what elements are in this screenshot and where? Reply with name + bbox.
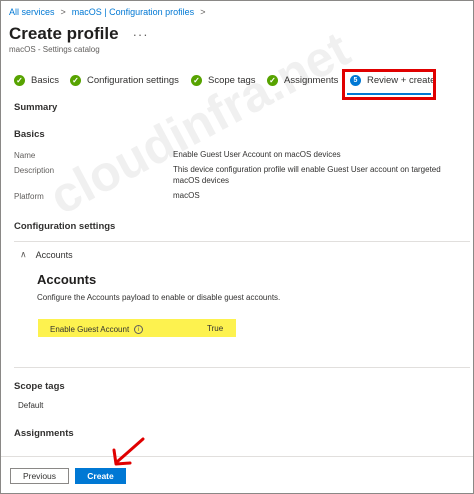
- check-icon: ✓: [70, 75, 81, 86]
- accounts-description: Configure the Accounts payload to enable…: [37, 293, 281, 302]
- check-icon: ✓: [267, 75, 278, 86]
- tab-label: Assignments: [284, 75, 339, 86]
- basics-heading: Basics: [14, 129, 45, 140]
- tab-label: Configuration settings: [87, 75, 179, 86]
- annotation-arrow-icon: [112, 437, 145, 466]
- annotation-highlight-box: [342, 69, 436, 100]
- check-icon: ✓: [14, 75, 25, 86]
- more-options-icon[interactable]: ···: [133, 27, 149, 42]
- tab-configuration-settings[interactable]: ✓ Configuration settings: [70, 75, 179, 86]
- breadcrumb-config-profiles[interactable]: macOS | Configuration profiles: [72, 7, 194, 17]
- name-key: Name: [14, 151, 36, 160]
- description-value-cont: macOS devices: [173, 176, 230, 185]
- accordion-label: Accounts: [35, 249, 73, 260]
- divider: [14, 367, 470, 368]
- chevron-right-icon: >: [60, 7, 66, 17]
- chevron-right-icon: >: [200, 7, 206, 17]
- name-value: Enable Guest User Account on macOS devic…: [173, 150, 341, 159]
- description-key: Description: [14, 166, 55, 175]
- scope-tags-heading: Scope tags: [14, 381, 65, 392]
- tab-label: Scope tags: [208, 75, 256, 86]
- accounts-title: Accounts: [37, 272, 97, 287]
- tab-label: Basics: [31, 75, 59, 86]
- tab-assignments[interactable]: ✓ Assignments: [267, 75, 338, 86]
- setting-value: True: [207, 324, 224, 333]
- description-value: This device configuration profile will e…: [173, 165, 441, 174]
- breadcrumb-all-services[interactable]: All services: [9, 7, 55, 17]
- scope-tags-value: Default: [18, 401, 44, 410]
- create-button[interactable]: Create: [75, 468, 126, 484]
- platform-key: Platform: [14, 192, 44, 201]
- platform-value: macOS: [173, 191, 200, 200]
- breadcrumb: All services > macOS | Configuration pro…: [9, 7, 205, 17]
- footer-divider: [1, 456, 473, 457]
- check-icon: ✓: [191, 75, 202, 86]
- info-icon[interactable]: i: [134, 325, 144, 334]
- setting-row: Enable Guest Account i: [50, 325, 144, 334]
- previous-button[interactable]: Previous: [10, 468, 69, 484]
- setting-label: Enable Guest Account: [50, 325, 130, 334]
- accounts-accordion-toggle[interactable]: ∨ Accounts: [20, 249, 73, 261]
- chevron-up-icon: ∨: [20, 250, 27, 260]
- tab-basics[interactable]: ✓ Basics: [14, 75, 59, 86]
- configuration-heading: Configuration settings: [14, 221, 116, 232]
- tab-scope-tags[interactable]: ✓ Scope tags: [191, 75, 256, 86]
- title-row: Create profile ···: [9, 24, 149, 44]
- assignments-heading: Assignments: [14, 428, 74, 439]
- divider: [14, 241, 470, 242]
- page-subtitle: macOS - Settings catalog: [9, 45, 100, 54]
- page-title: Create profile: [9, 24, 119, 43]
- summary-heading: Summary: [14, 102, 58, 113]
